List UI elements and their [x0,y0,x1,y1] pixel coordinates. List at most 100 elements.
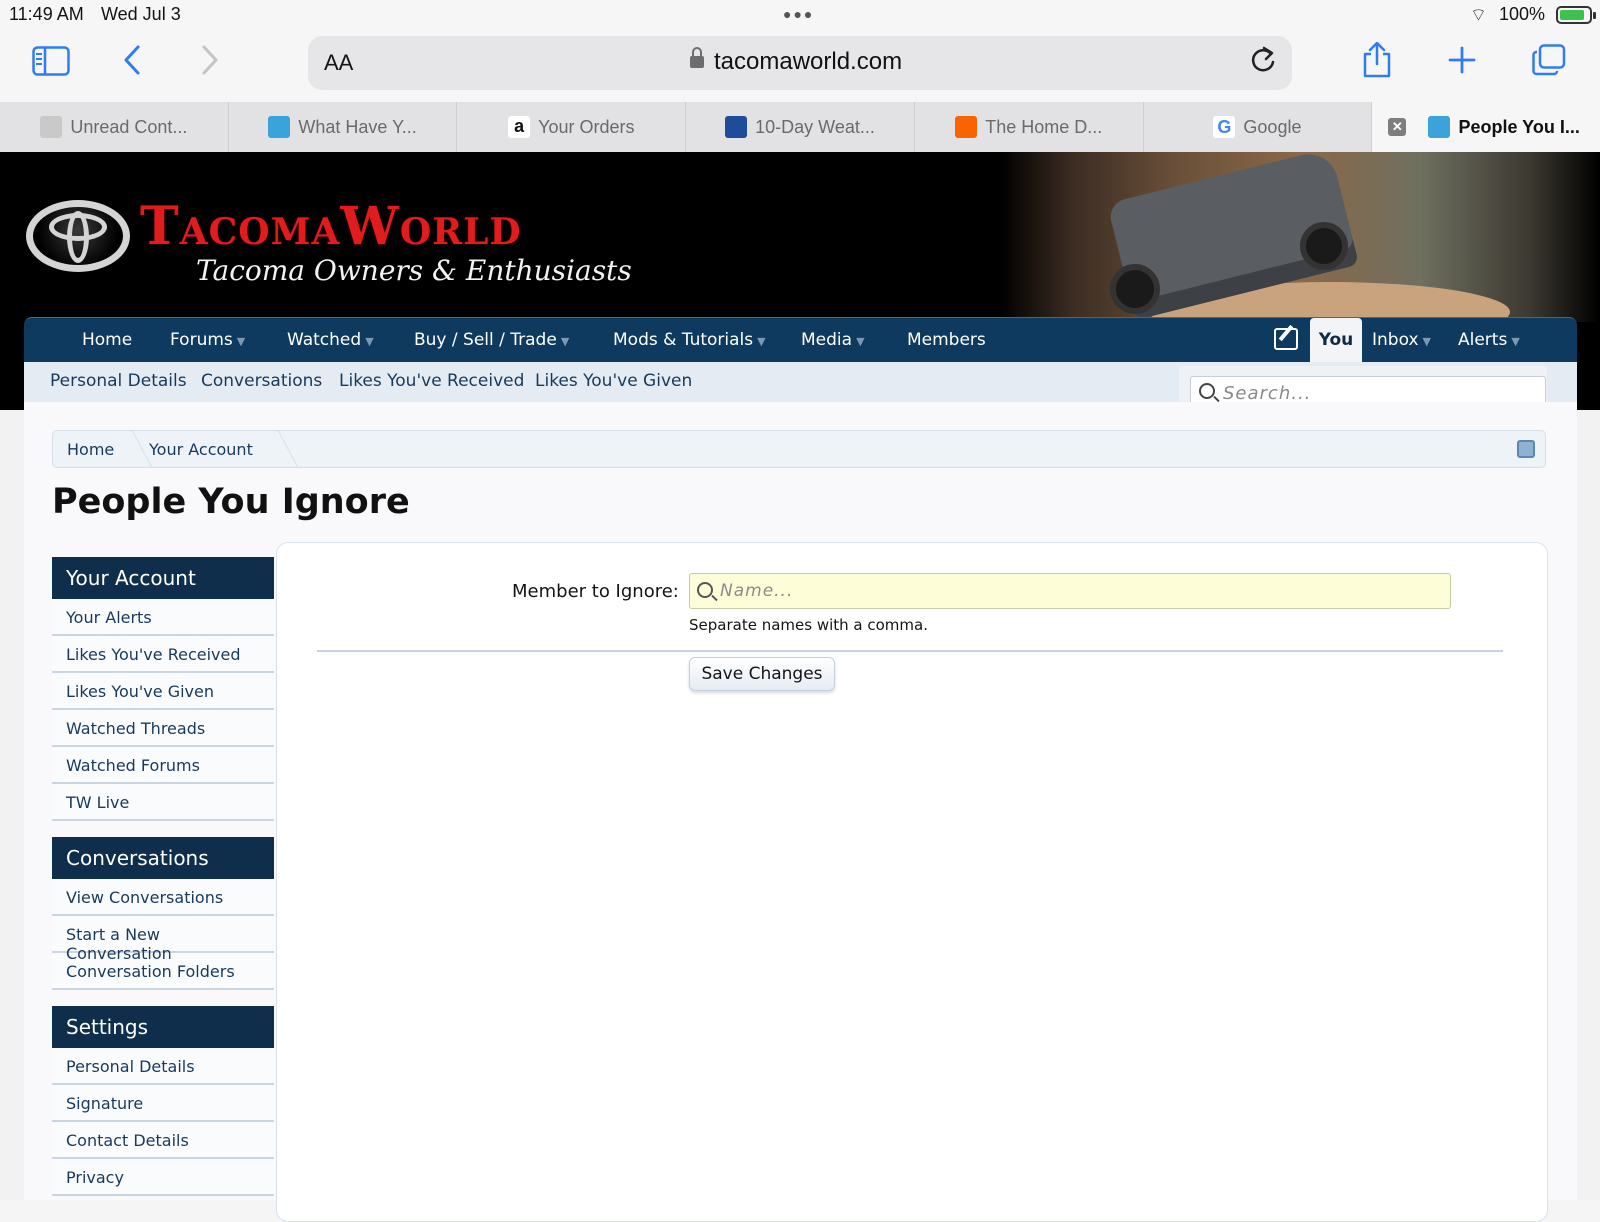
address-bar[interactable]: AA tacomaworld.com [308,36,1292,90]
tab-label: Your Orders [538,116,635,137]
breadcrumb-separator [259,431,299,467]
tab-strip: Unread Cont... What Have Y... a Your Orde… [0,102,1600,152]
nav-mods-tutorials[interactable]: Mods & Tutorials ▼ [613,330,766,350]
sidebar-heading-settings[interactable]: Settings [52,1006,274,1048]
battery-percent: 100% [1499,4,1546,24]
site-favicon-icon [40,116,63,138]
subnav-likes-received[interactable]: Likes You've Received [339,371,524,391]
caret-down-icon[interactable]: ▼ [1423,335,1431,348]
status-bar: 11:49 AM Wed Jul 3 ●●● ⌔ 100% [0,0,1600,30]
main-content: Home Your Account People You Ignore Your… [24,402,1577,1222]
sidebar-heading-conversations[interactable]: Conversations [52,837,274,879]
nav-inbox[interactable]: Inbox ▼ [1372,330,1431,350]
nav-members[interactable]: Members [907,330,986,350]
subnav-likes-given[interactable]: Likes You've Given [535,371,692,391]
sidebar-item-watched-forums[interactable]: Watched Forums [52,747,274,784]
sub-navigation: Personal Details Conversations Likes You… [24,362,1577,414]
tacomaworld-favicon-icon [1428,116,1451,138]
nav-alerts[interactable]: Alerts ▼ [1458,330,1520,350]
sidebar-heading-your-account[interactable]: Your Account [52,557,274,599]
sidebar-item-your-alerts[interactable]: Your Alerts [52,599,274,636]
new-tab-icon[interactable] [1448,46,1476,80]
caret-down-icon[interactable]: ▼ [561,335,569,348]
toyota-logo-icon[interactable] [26,200,130,272]
forward-icon[interactable] [200,44,220,82]
amazon-favicon-icon: a [508,116,531,138]
tab-label: What Have Y... [298,116,417,137]
nav-you[interactable]: You [1310,318,1362,363]
sidebar-item-likes-received[interactable]: Likes You've Received [52,636,274,673]
weather-channel-favicon-icon [725,116,748,138]
browser-toolbar: AA tacomaworld.com [0,30,1600,102]
reader-aa-button[interactable]: AA [324,50,353,76]
status-time: 11:49 AM [9,4,84,24]
nav-label: Inbox [1372,330,1419,350]
breadcrumb-home[interactable]: Home [67,440,114,459]
page-title: People You Ignore [52,482,410,522]
member-to-ignore-label: Member to Ignore: [512,581,679,602]
main-navigation: Home Forums ▼ Watched ▼ Buy / Sell / Trade… [24,317,1577,363]
nav-label: Watched [287,330,362,350]
external-link-icon[interactable] [1517,440,1535,458]
tab-label: People You I... [1458,116,1580,137]
subnav-conversations[interactable]: Conversations [201,371,322,391]
web-page: TacomaWorld Tacoma Owners & Enthusiasts … [0,152,1600,1222]
sidebar-item-signature[interactable]: Signature [52,1085,274,1122]
caret-down-icon[interactable]: ▼ [1511,335,1519,348]
nav-buy-sell-trade[interactable]: Buy / Sell / Trade ▼ [414,330,569,350]
lock-icon [690,47,704,68]
nav-label: Mods & Tutorials [613,330,754,350]
tab-your-orders[interactable]: a Your Orders [457,102,687,152]
reload-icon[interactable] [1250,46,1276,81]
sidebar-item-start-conversation[interactable]: Start a New Conversation [52,916,274,963]
name-placeholder: Name... [720,581,794,601]
breadcrumb-separator [113,431,153,467]
sidebar-item-personal-details[interactable]: Personal Details [52,1048,274,1085]
sidebar-item-tw-live[interactable]: TW Live [52,784,274,821]
save-changes-button[interactable]: Save Changes [689,657,835,691]
member-name-input[interactable]: Name... [689,573,1451,609]
sidebar-item-contact-details[interactable]: Contact Details [52,1122,274,1159]
caret-down-icon[interactable]: ▼ [856,335,864,348]
sidebar-item-privacy[interactable]: Privacy [52,1159,274,1196]
tab-label: 10-Day Weat... [755,116,875,137]
account-sidebar: Your Account Your Alerts Likes You've Re… [52,557,274,1196]
google-favicon-icon: G [1213,116,1236,138]
nav-label: Members [907,330,986,350]
tab-what-have-you[interactable]: What Have Y... [229,102,458,152]
share-icon[interactable] [1362,41,1392,84]
breadcrumb-your-account[interactable]: Your Account [149,440,253,459]
nav-watched[interactable]: Watched ▼ [287,330,374,350]
nav-label: Media [801,330,853,350]
site-logo-text[interactable]: TacomaWorld [140,196,522,257]
caret-down-icon[interactable]: ▼ [365,335,373,348]
wifi-icon: ⌔ [1470,5,1487,25]
search-icon [697,582,713,598]
tabs-overview-icon[interactable] [1532,44,1566,82]
home-depot-favicon-icon [955,116,978,138]
caret-down-icon[interactable]: ▼ [757,335,765,348]
nav-media[interactable]: Media ▼ [801,330,865,350]
search-placeholder: Search... [1223,383,1312,404]
nav-home[interactable]: Home [82,330,132,350]
close-tab-icon[interactable]: ✕ [1388,118,1407,136]
sidebar-item-watched-threads[interactable]: Watched Threads [52,710,274,747]
compose-icon[interactable] [1274,328,1298,350]
back-icon[interactable] [122,44,142,82]
tacomaworld-favicon-icon [268,116,291,138]
tab-label: Unread Cont... [70,116,188,137]
tab-unread-content[interactable]: Unread Cont... [0,102,229,152]
tab-people-you-ignore[interactable]: ✕ People You I... [1372,102,1600,152]
caret-down-icon[interactable]: ▼ [237,335,245,348]
sidebar-toggle-icon[interactable] [32,46,70,82]
nav-forums[interactable]: Forums ▼ [170,330,245,350]
sidebar-item-likes-given[interactable]: Likes You've Given [52,673,274,710]
url-text[interactable]: tacomaworld.com [714,48,902,76]
multitasking-dots-icon[interactable]: ●●● [783,6,814,22]
sidebar-item-view-conversations[interactable]: View Conversations [52,879,274,916]
subnav-personal-details[interactable]: Personal Details [50,371,187,391]
tab-home-depot[interactable]: The Home D... [915,102,1144,152]
nav-label: Buy / Sell / Trade [414,330,557,350]
tab-weather[interactable]: 10-Day Weat... [686,102,915,152]
tab-google[interactable]: G Google [1144,102,1373,152]
